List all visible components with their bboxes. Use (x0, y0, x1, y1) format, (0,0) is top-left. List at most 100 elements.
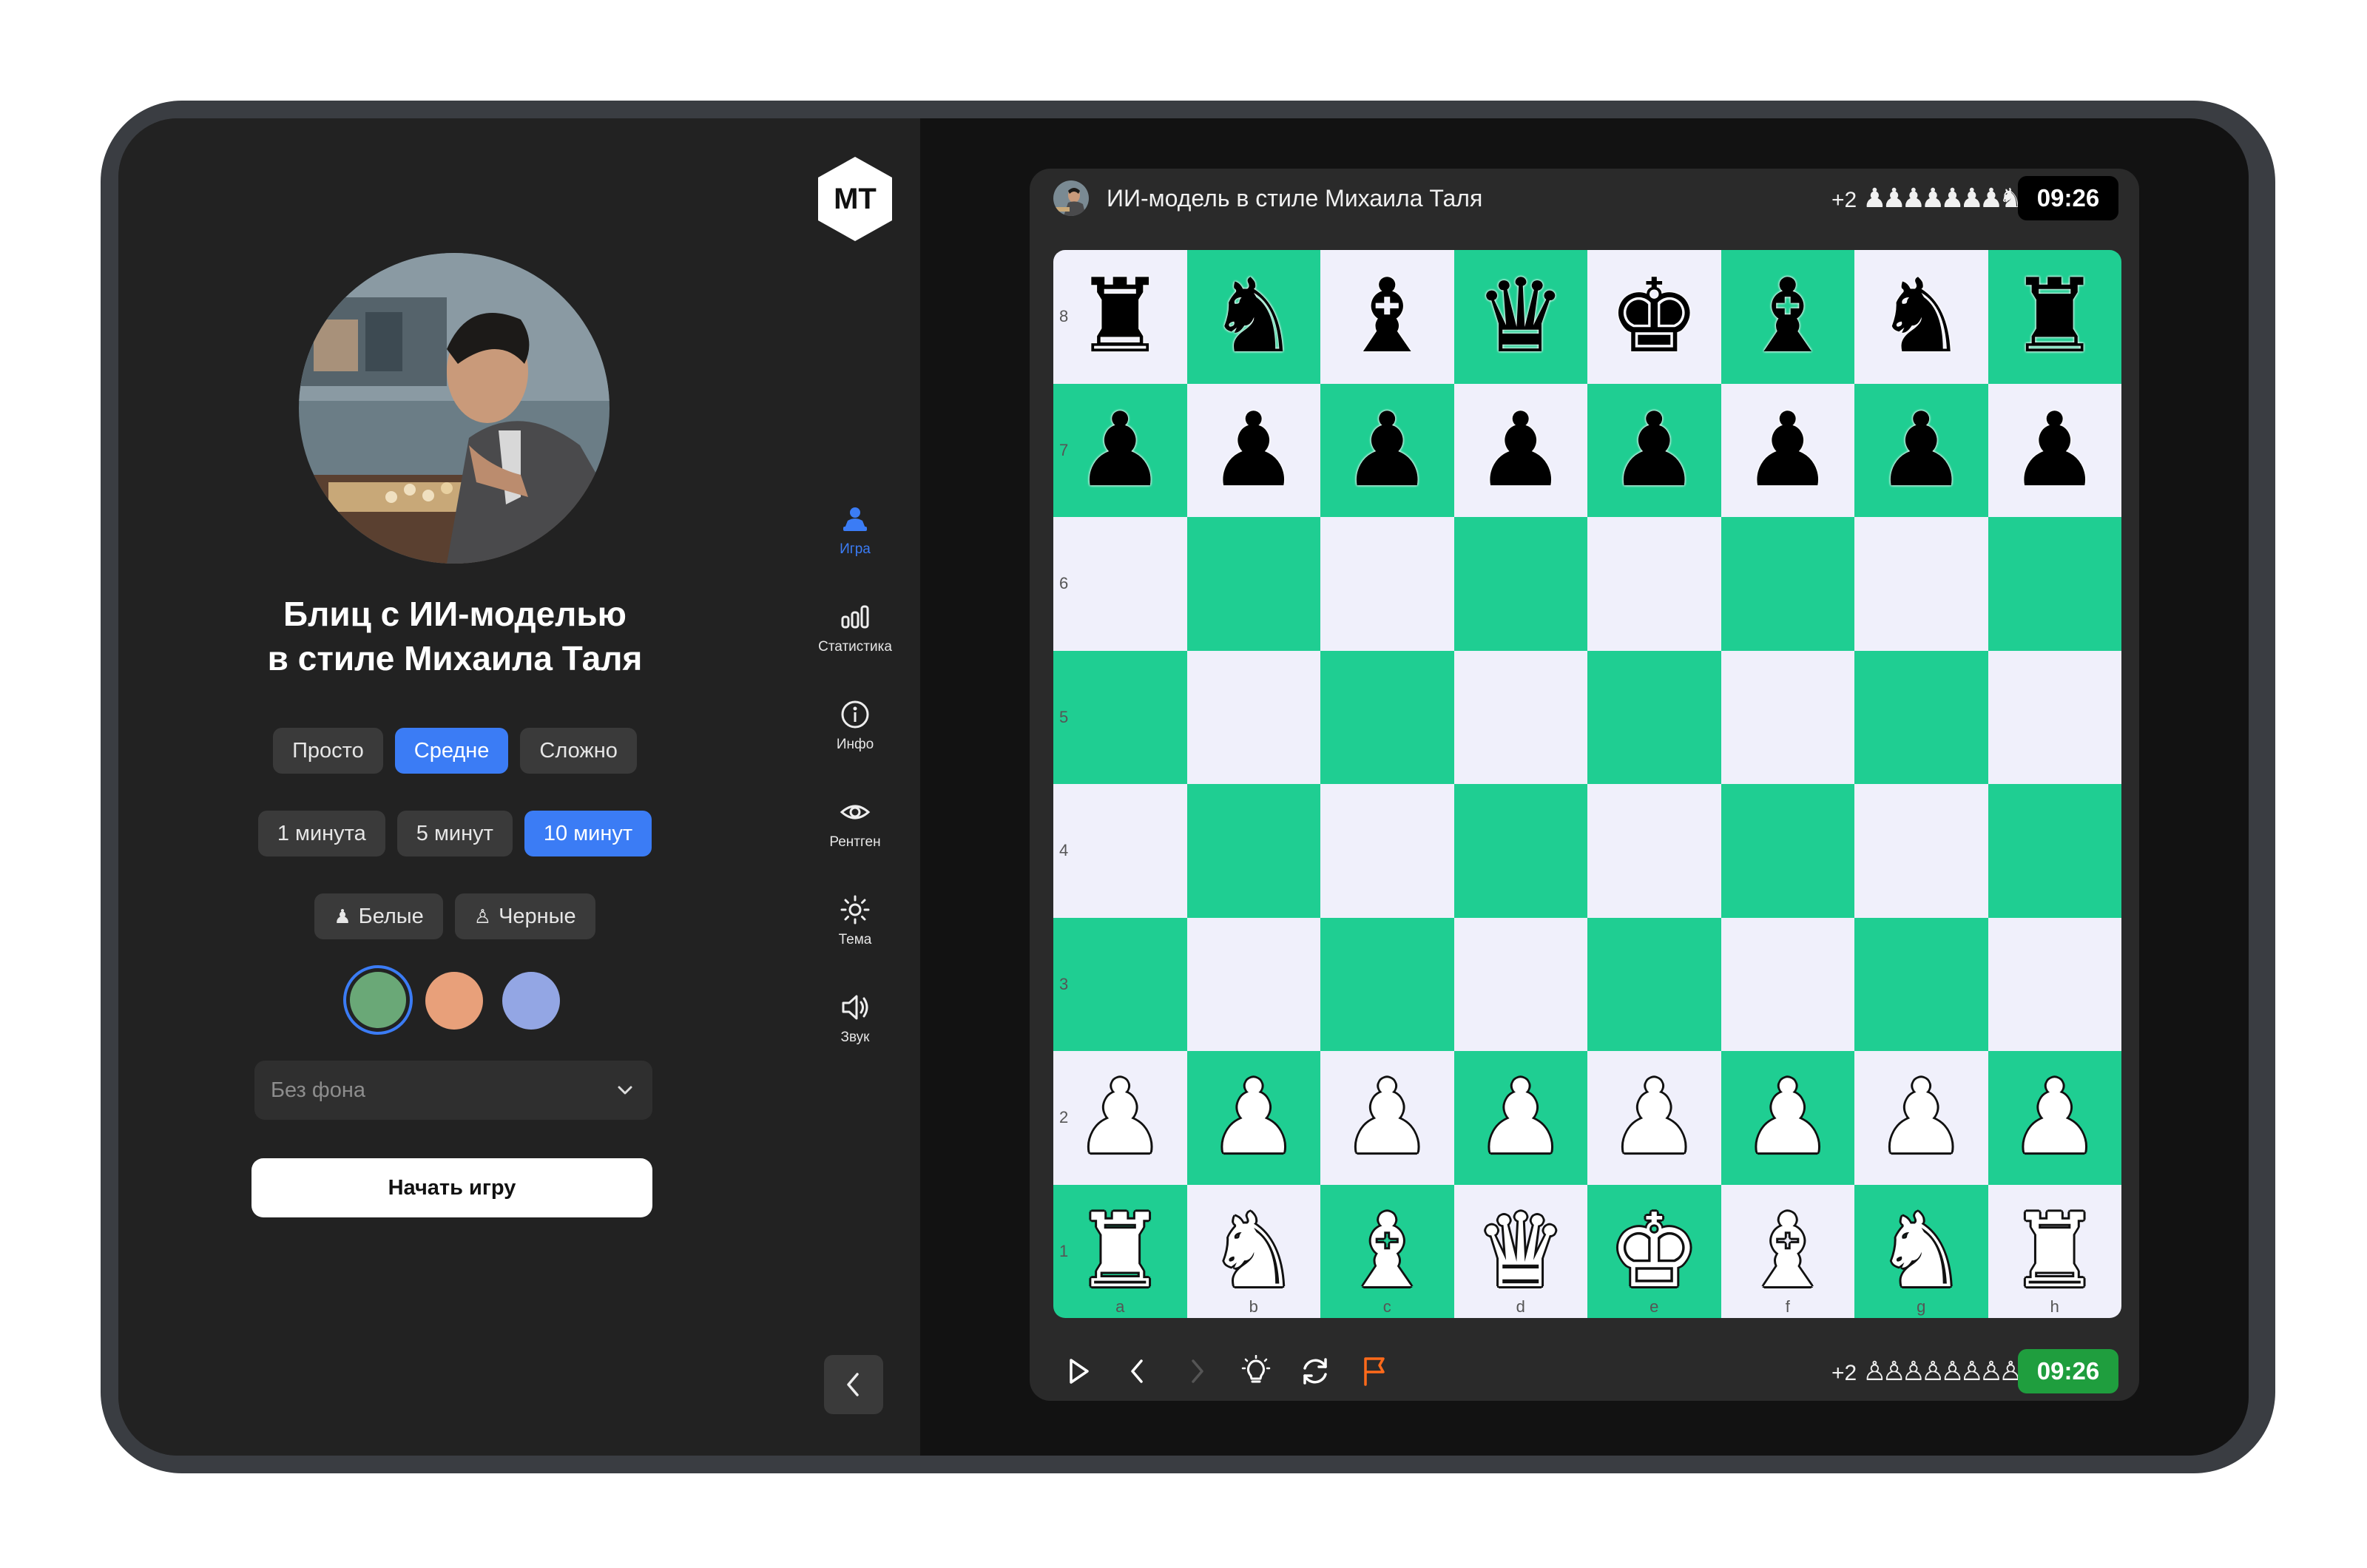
square-d1[interactable]: d ♛ (1453, 1184, 1587, 1318)
square-d4[interactable] (1453, 784, 1587, 918)
square-a4[interactable]: 4 (1053, 784, 1187, 918)
black-rook-icon[interactable]: ♜ (2009, 266, 2101, 368)
square-a7[interactable]: 7 ♟ (1053, 383, 1187, 517)
white-pawn-icon[interactable]: ♟ (2009, 1067, 2101, 1169)
black-pawn-icon[interactable]: ♟ (1208, 399, 1300, 501)
previous-move-button[interactable] (1118, 1352, 1157, 1390)
white-pawn-icon[interactable]: ♟ (1341, 1067, 1433, 1169)
square-e6[interactable] (1587, 517, 1721, 651)
square-a1[interactable]: 1 a ♜ (1053, 1184, 1187, 1318)
square-f3[interactable] (1721, 917, 1854, 1051)
square-g5[interactable] (1854, 650, 1988, 784)
white-queen-icon[interactable]: ♛ (1475, 1200, 1567, 1302)
square-h5[interactable] (1988, 650, 2121, 784)
square-b1[interactable]: b ♞ (1186, 1184, 1320, 1318)
square-f7[interactable]: ♟ (1721, 383, 1854, 517)
black-bishop-icon[interactable]: ♝ (1341, 266, 1433, 368)
square-e5[interactable] (1587, 650, 1721, 784)
square-d5[interactable] (1453, 650, 1587, 784)
square-e4[interactable] (1587, 784, 1721, 918)
background-select[interactable]: Без фона (254, 1061, 652, 1120)
nav-xray[interactable]: Рентген (803, 796, 907, 851)
white-pawn-icon[interactable]: ♟ (1608, 1067, 1700, 1169)
white-pawn-icon[interactable]: ♟ (1875, 1067, 1967, 1169)
black-pawn-icon[interactable]: ♟ (1475, 399, 1567, 501)
resign-button[interactable] (1355, 1352, 1394, 1390)
square-a6[interactable]: 6 (1053, 517, 1187, 651)
square-e7[interactable]: ♟ (1587, 383, 1721, 517)
white-pawn-icon[interactable]: ♟ (1208, 1067, 1300, 1169)
play-button[interactable] (1059, 1352, 1098, 1390)
square-c7[interactable]: ♟ (1320, 383, 1454, 517)
white-knight-icon[interactable]: ♞ (1208, 1200, 1300, 1302)
square-h6[interactable] (1988, 517, 2121, 651)
black-pawn-icon[interactable]: ♟ (1875, 399, 1967, 501)
square-e2[interactable]: ♟ (1587, 1051, 1721, 1185)
square-f6[interactable] (1721, 517, 1854, 651)
black-queen-icon[interactable]: ♛ (1475, 266, 1567, 368)
next-move-button[interactable] (1178, 1352, 1216, 1390)
difficulty-hard-button[interactable]: Сложно (520, 728, 637, 774)
white-king-icon[interactable]: ♚ (1608, 1200, 1700, 1302)
square-a3[interactable]: 3 (1053, 917, 1187, 1051)
collapse-panel-button[interactable] (824, 1355, 883, 1414)
square-g2[interactable]: ♟ (1854, 1051, 1988, 1185)
white-pawn-icon[interactable]: ♟ (1475, 1067, 1567, 1169)
square-h7[interactable]: ♟ (1988, 383, 2121, 517)
square-d8[interactable]: ♛ (1453, 250, 1587, 384)
square-d7[interactable]: ♟ (1453, 383, 1587, 517)
play-black-button[interactable]: ♙ Черные (454, 893, 595, 939)
square-g1[interactable]: g ♞ (1854, 1184, 1988, 1318)
nav-game[interactable]: Игра (803, 503, 907, 558)
nav-stats[interactable]: Статистика (803, 601, 907, 655)
square-c4[interactable] (1320, 784, 1454, 918)
white-bishop-icon[interactable]: ♝ (1742, 1200, 1834, 1302)
square-h2[interactable]: ♟ (1988, 1051, 2121, 1185)
color-swatch-green[interactable] (350, 972, 406, 1028)
white-knight-icon[interactable]: ♞ (1875, 1200, 1967, 1302)
square-g7[interactable]: ♟ (1854, 383, 1988, 517)
nav-info[interactable]: Инфо (803, 698, 907, 753)
time-5min-button[interactable]: 5 минут (396, 811, 513, 856)
square-b4[interactable] (1186, 784, 1320, 918)
difficulty-easy-button[interactable]: Просто (273, 728, 383, 774)
nav-sound[interactable]: Звук (803, 991, 907, 1046)
black-pawn-icon[interactable]: ♟ (1608, 399, 1700, 501)
nav-theme[interactable]: Тема (803, 893, 907, 948)
white-bishop-icon[interactable]: ♝ (1341, 1200, 1433, 1302)
black-knight-icon[interactable]: ♞ (1208, 266, 1300, 368)
square-b2[interactable]: ♟ (1186, 1051, 1320, 1185)
square-e1[interactable]: e ♚ (1587, 1184, 1721, 1318)
black-knight-icon[interactable]: ♞ (1875, 266, 1967, 368)
square-g3[interactable] (1854, 917, 1988, 1051)
square-f1[interactable]: f ♝ (1721, 1184, 1854, 1318)
black-king-icon[interactable]: ♚ (1608, 266, 1700, 368)
square-d3[interactable] (1453, 917, 1587, 1051)
square-e3[interactable] (1587, 917, 1721, 1051)
black-pawn-icon[interactable]: ♟ (2009, 399, 2101, 501)
black-pawn-icon[interactable]: ♟ (1074, 399, 1166, 501)
square-c5[interactable] (1320, 650, 1454, 784)
square-c1[interactable]: c ♝ (1320, 1184, 1454, 1318)
play-white-button[interactable]: ♟ Белые (314, 893, 443, 939)
square-b6[interactable] (1186, 517, 1320, 651)
square-g4[interactable] (1854, 784, 1988, 918)
square-a8[interactable]: 8 ♜ (1053, 250, 1187, 384)
black-bishop-icon[interactable]: ♝ (1742, 266, 1834, 368)
square-b7[interactable]: ♟ (1186, 383, 1320, 517)
square-a2[interactable]: 2 ♟ (1053, 1051, 1187, 1185)
square-c2[interactable]: ♟ (1320, 1051, 1454, 1185)
square-c8[interactable]: ♝ (1320, 250, 1454, 384)
square-f8[interactable]: ♝ (1721, 250, 1854, 384)
black-rook-icon[interactable]: ♜ (1074, 266, 1166, 368)
square-g8[interactable]: ♞ (1854, 250, 1988, 384)
white-rook-icon[interactable]: ♜ (2009, 1200, 2101, 1302)
square-g6[interactable] (1854, 517, 1988, 651)
square-f2[interactable]: ♟ (1721, 1051, 1854, 1185)
square-a5[interactable]: 5 (1053, 650, 1187, 784)
time-1min-button[interactable]: 1 минута (257, 811, 385, 856)
square-h4[interactable] (1988, 784, 2121, 918)
square-c6[interactable] (1320, 517, 1454, 651)
square-h3[interactable] (1988, 917, 2121, 1051)
square-f4[interactable] (1721, 784, 1854, 918)
